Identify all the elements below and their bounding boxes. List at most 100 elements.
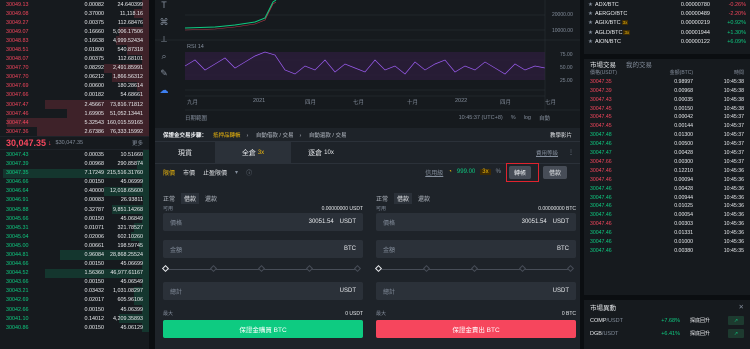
date-range-button[interactable]: 日期範圍 bbox=[185, 114, 207, 122]
order-book-ask-row[interactable]: 30047.69 0.00600 180.28614 bbox=[0, 81, 149, 91]
order-book-ask-row[interactable]: 30049.08 0.37000 11,118.16 bbox=[0, 9, 149, 19]
mover-row[interactable]: COMP/USDT +7.68% 探底回升 ↗ bbox=[584, 314, 750, 327]
tab-my-trades[interactable]: 我的交易 bbox=[626, 59, 652, 69]
star-icon[interactable]: ★ bbox=[588, 11, 593, 17]
mode-borrow[interactable]: 借款 bbox=[394, 192, 413, 204]
star-icon[interactable]: ★ bbox=[588, 30, 593, 36]
pair-row[interactable]: ★ ADX/BTC 0.00000780 -0.26% bbox=[584, 0, 750, 9]
order-book-bid-row[interactable]: 30046.91 0.00083 26.93811 bbox=[0, 195, 149, 205]
order-type-market[interactable]: 市價 bbox=[183, 168, 195, 177]
order-book-bid-row[interactable]: 30047.39 0.00968 290.85874 bbox=[0, 159, 149, 169]
order-book-bid-row[interactable]: 30044.66 0.00150 45.06699 bbox=[0, 259, 149, 269]
info-icon[interactable]: ⓘ bbox=[246, 168, 252, 177]
mode-normal[interactable]: 正常 bbox=[376, 194, 388, 203]
trade-amount: 0.00042 bbox=[674, 114, 693, 121]
buy-price-input[interactable]: 價格 30051.54 USDT bbox=[163, 213, 363, 231]
pair-row[interactable]: ★ AERGO/BTC 0.00000489 -2.20% bbox=[584, 9, 750, 18]
step-auto-repay[interactable]: 自動還款 / 交易 bbox=[309, 133, 347, 139]
order-book-ask-row[interactable]: 30047.47 2.45667 73,816.71812 bbox=[0, 100, 149, 110]
chevron-down-icon[interactable]: ▾ bbox=[235, 169, 238, 176]
chart-time: 10:45:37 (UTC+8) bbox=[458, 115, 503, 121]
tab-market-trades[interactable]: 市場交易 bbox=[590, 59, 616, 69]
pair-row[interactable]: ★ AGIX/BTC 3x 0.00000219 +0.92% bbox=[584, 19, 750, 28]
mode-repay[interactable]: 還款 bbox=[205, 194, 217, 203]
order-book-bid-row[interactable]: 30043.66 0.00150 45.06549 bbox=[0, 277, 149, 287]
order-book-bid-row[interactable]: 30044.52 1.56360 46,977.61167 bbox=[0, 268, 149, 278]
more-link[interactable]: 更多 bbox=[132, 139, 143, 147]
order-book-bid-row[interactable]: 30046.64 0.40000 12,018.65600 bbox=[0, 186, 149, 196]
trend-up-icon[interactable]: ↗ bbox=[728, 329, 744, 338]
order-book-bid-row[interactable]: 30045.31 0.01071 321.78527 bbox=[0, 223, 149, 233]
mover-row[interactable]: DGB/USDT +6.41% 探底回升 ↗ bbox=[584, 327, 750, 340]
order-book-bid-row[interactable]: 30046.66 0.00150 45.06999 bbox=[0, 177, 149, 187]
order-book-bid-row[interactable]: 30045.66 0.00150 45.06849 bbox=[0, 214, 149, 224]
order-book-bid-row[interactable]: 30042.66 0.00150 45.06399 bbox=[0, 305, 149, 315]
measure-tool-icon[interactable]: ⟂ bbox=[157, 34, 171, 51]
sell-max: 最大 0 BTC bbox=[376, 310, 576, 318]
sell-amount-input[interactable]: 金額 BTC bbox=[376, 240, 576, 258]
order-book-ask-row[interactable]: 30049.27 0.00375 112.68476 bbox=[0, 18, 149, 28]
order-book-bid-row[interactable]: 30045.88 0.32787 9,851.14268 bbox=[0, 204, 149, 215]
pair-row[interactable]: ★ AION/BTC 0.00000122 +6.09% bbox=[584, 37, 750, 46]
collapse-icon[interactable]: ✕ bbox=[739, 303, 744, 311]
trend-up-icon[interactable]: ↗ bbox=[728, 316, 744, 325]
sell-total-input[interactable]: 總計 USDT bbox=[376, 282, 576, 300]
tab-cross[interactable]: 全倉 3x bbox=[215, 142, 291, 163]
zoom-tool-icon[interactable]: ⌕ bbox=[157, 51, 171, 68]
order-book-ask-row[interactable]: 30047.66 0.00182 54.68661 bbox=[0, 90, 149, 101]
cloud-icon[interactable]: ☁ bbox=[157, 85, 171, 102]
more-options-icon[interactable]: ⋮ bbox=[568, 149, 580, 156]
buy-total-input[interactable]: 總計 USDT bbox=[163, 282, 363, 300]
margin-sell-button[interactable]: 保證金賣出 BTC bbox=[376, 320, 576, 338]
borrow-button[interactable]: 借款 bbox=[542, 165, 567, 179]
order-book-ask-row[interactable]: 30048.07 0.00375 112.68101 bbox=[0, 54, 149, 64]
order-book-ask-row[interactable]: 30047.70 0.06212 1,866.56312 bbox=[0, 72, 149, 82]
order-book-bid-row[interactable]: 30047.43 0.00035 10.51660 bbox=[0, 150, 149, 160]
sell-amount-slider[interactable] bbox=[374, 264, 576, 274]
order-book-ask-row[interactable]: 30048.83 0.16638 4,999.52434 bbox=[0, 36, 149, 46]
order-book-ask-row[interactable]: 30047.70 0.08292 2,491.85991 bbox=[0, 63, 149, 73]
order-book-bid-row[interactable]: 30042.69 0.02017 605.96106 bbox=[0, 295, 149, 305]
auto-toggle[interactable]: 自動 bbox=[539, 114, 550, 122]
order-book-ask-row[interactable]: 30047.44 5.32543 160,015.59165 bbox=[0, 118, 149, 128]
order-book-ask-row[interactable]: 30048.51 0.01800 540.87318 bbox=[0, 45, 149, 55]
text-tool-icon[interactable]: T bbox=[157, 0, 171, 17]
order-book-bid-row[interactable]: 30045.04 0.02006 602.10260 bbox=[0, 232, 149, 242]
transfer-button[interactable]: 轉帳 bbox=[508, 165, 531, 179]
sell-price-input[interactable]: 價格 30051.54 USDT bbox=[376, 213, 576, 231]
mode-repay[interactable]: 還款 bbox=[418, 194, 430, 203]
order-book-ask-row[interactable]: 30047.36 2.67386 76,333.15992 bbox=[0, 127, 149, 137]
star-icon[interactable]: ★ bbox=[588, 2, 593, 8]
tab-isolated[interactable]: 逐倉 10x bbox=[291, 142, 351, 163]
trade-row: 30047.46 0.00303 10:45:36 bbox=[584, 220, 750, 229]
order-book-bid-row[interactable]: 30043.21 0.03432 1,031.08297 bbox=[0, 286, 149, 296]
order-book-bid-row[interactable]: 30047.35 7.17249 215,516.31760 bbox=[0, 168, 149, 178]
fee-level-link[interactable]: 費用等級 bbox=[536, 149, 568, 157]
order-book-ask-row[interactable]: 30049.07 0.16660 5,006.17506 bbox=[0, 27, 149, 37]
margin-buy-button[interactable]: 保證金購買 BTC bbox=[163, 320, 363, 338]
mode-borrow[interactable]: 借款 bbox=[181, 192, 200, 204]
tutorial-video-link[interactable]: 教學影片 bbox=[550, 131, 572, 139]
order-book-ask-row[interactable]: 30049.13 0.00082 24.640399 bbox=[0, 0, 149, 10]
star-icon[interactable]: ★ bbox=[588, 39, 593, 45]
mode-normal[interactable]: 正常 bbox=[163, 194, 175, 203]
order-book-bid-row[interactable]: 30041.10 0.14012 4,209.35893 bbox=[0, 314, 149, 324]
buy-amount-slider[interactable] bbox=[161, 264, 363, 274]
pattern-tool-icon[interactable]: ⌘ bbox=[157, 17, 171, 34]
order-book-bid-row[interactable]: 30045.00 0.00661 198.59745 bbox=[0, 241, 149, 251]
buy-amount-input[interactable]: 金額 BTC bbox=[163, 240, 363, 258]
order-book-ask-row[interactable]: 30047.46 1.69905 51,052.13441 bbox=[0, 109, 149, 119]
order-book-bid-row[interactable]: 30044.81 0.96084 28,868.25524 bbox=[0, 250, 149, 260]
draw-tool-icon[interactable]: ✎ bbox=[157, 68, 171, 85]
percent-toggle[interactable]: % bbox=[511, 115, 516, 121]
log-toggle[interactable]: log bbox=[524, 115, 531, 121]
pair-row[interactable]: ★ AGLD/BTC 3x 0.00001944 +1.30% bbox=[584, 28, 750, 37]
star-icon[interactable]: ★ bbox=[588, 20, 593, 26]
order-book-bid-row[interactable]: 30040.86 0.00150 45.06129 bbox=[0, 323, 149, 333]
price-chart[interactable]: T ⌘ ⟂ ⌕ ✎ ☁ RSI 14 20000.00 10000.00 75.… bbox=[155, 0, 580, 128]
tab-spot[interactable]: 現貨 bbox=[155, 142, 215, 163]
step-auto-borrow[interactable]: 自動借款 / 交易 bbox=[256, 133, 294, 139]
order-type-limit[interactable]: 限價 bbox=[163, 168, 175, 177]
step-collateral-transfer[interactable]: 抵押品轉帳 bbox=[213, 133, 241, 139]
order-type-stop-limit[interactable]: 止盈限價 bbox=[203, 168, 227, 177]
